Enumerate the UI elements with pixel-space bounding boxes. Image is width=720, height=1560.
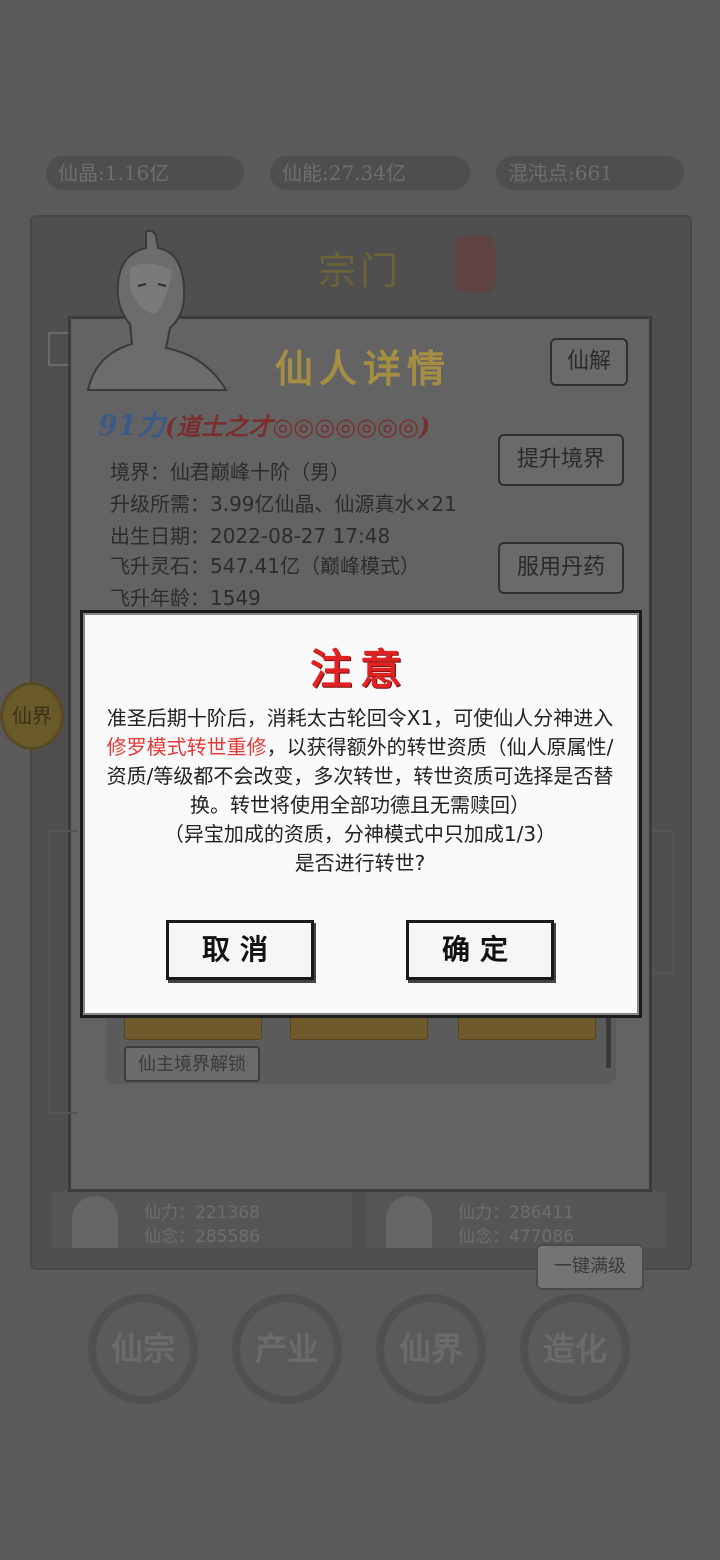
upgrade-cost-text: 升级所需：3.99亿仙晶、仙源真水×21 xyxy=(110,492,457,516)
one-key-max-level-button[interactable]: 一键满级 xyxy=(536,1244,644,1290)
detail-title: 仙人详情 xyxy=(275,346,452,391)
member-power: 仙力：221368 xyxy=(144,1203,260,1223)
nav-chanye[interactable]: 产业 xyxy=(232,1294,342,1404)
birth-date-text: 出生日期：2022-08-27 17:48 xyxy=(110,524,391,548)
xianjing-counter: 仙晶:1.16亿 xyxy=(46,156,244,190)
confirm-button[interactable]: 确定 xyxy=(406,920,554,980)
immortal-portrait-icon xyxy=(86,229,228,391)
dialog-note: （异宝加成的资质，分神模式中只加成1/3） xyxy=(163,822,557,846)
xianneng-counter: 仙能:27.34亿 xyxy=(270,156,470,190)
hundun-counter: 混沌点:661 xyxy=(496,156,684,190)
unlock-tag[interactable]: 仙主境界解锁 xyxy=(124,1046,260,1082)
power-rating: 91力(道士之才◎◎◎◎◎◎◎) xyxy=(98,404,430,444)
member-avatar-icon xyxy=(72,1196,118,1248)
nav-xianjie[interactable]: 仙界 xyxy=(376,1294,486,1404)
talent-tag: (道士之才◎◎◎◎◎◎◎) xyxy=(164,412,431,441)
dialog-message: 准圣后期十阶后，消耗太古轮回令X1，可使仙人分神进入修罗模式转世重修，以获得额外… xyxy=(100,704,620,878)
dialog-message-highlight: 修罗模式转世重修 xyxy=(106,735,267,759)
upgrade-realm-button[interactable]: 提升境界 xyxy=(498,434,624,486)
take-pill-button[interactable]: 服用丹药 xyxy=(498,542,624,594)
nav-zaohua[interactable]: 造化 xyxy=(520,1294,630,1404)
dialog-title: 注意 xyxy=(309,645,410,694)
member-card[interactable]: 仙力：286411 仙念：477086 xyxy=(366,1192,666,1248)
cancel-button[interactable]: 取消 xyxy=(166,920,314,980)
dialog-message-text: 准圣后期十阶后，消耗太古轮回令X1，可使仙人分神进入 xyxy=(106,706,614,730)
member-power: 仙力：286411 xyxy=(458,1203,574,1223)
xianjie-button[interactable]: 仙解 xyxy=(550,338,628,386)
scrollbar[interactable] xyxy=(606,1018,611,1068)
dialog-question: 是否进行转世? xyxy=(294,851,426,875)
power-number: 91力 xyxy=(98,409,165,442)
frame-left xyxy=(48,830,78,1114)
sect-title: 宗门 xyxy=(318,249,403,293)
ascend-age-text: 飞升年龄：1549 xyxy=(110,586,261,610)
seal-icon xyxy=(455,236,495,292)
member-thought: 仙念：285586 xyxy=(144,1227,260,1247)
realm-text: 境界：仙君巅峰十阶（男） xyxy=(110,460,350,484)
frame-right xyxy=(652,830,674,974)
nav-xianzong[interactable]: 仙宗 xyxy=(88,1294,198,1404)
member-card[interactable]: 仙力：221368 仙念：285586 xyxy=(52,1192,352,1248)
ascend-stone-text: 飞升灵石：547.41亿（巅峰模式） xyxy=(110,554,420,578)
member-avatar-icon xyxy=(386,1196,432,1248)
